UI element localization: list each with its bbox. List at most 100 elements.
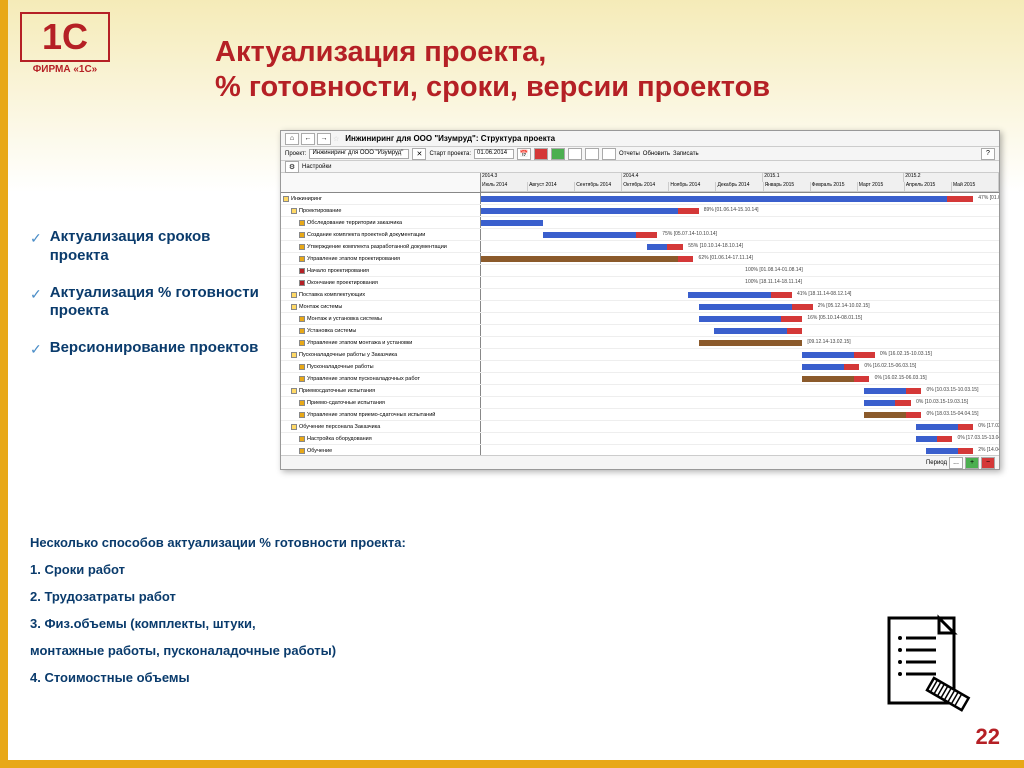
gantt-bar[interactable]	[481, 196, 958, 202]
task-name[interactable]: Приемо-сдаточные испытания	[281, 397, 481, 408]
action-button[interactable]	[585, 148, 599, 160]
gantt-bar[interactable]	[699, 340, 803, 346]
gantt-bar[interactable]	[787, 328, 803, 334]
action-button[interactable]	[534, 148, 548, 160]
task-name[interactable]: Монтаж и установка системы	[281, 313, 481, 324]
gantt-bar[interactable]	[958, 448, 974, 454]
action-button[interactable]	[551, 148, 565, 160]
gantt-bar[interactable]	[854, 352, 875, 358]
gantt-bar[interactable]	[947, 196, 973, 202]
gantt-bar[interactable]	[906, 388, 922, 394]
gantt-body[interactable]: Инжиниринг 47% [01.06.14-27.04.15] Проекти…	[281, 193, 999, 469]
period-label[interactable]: Период	[926, 460, 947, 466]
task-label: Приемо-сдаточные испытания	[307, 400, 385, 406]
task-name[interactable]: Пусконаладочные работы у Заказчика	[281, 349, 481, 360]
gantt-bar[interactable]	[937, 436, 953, 442]
reports-button[interactable]: Отчеты	[619, 151, 640, 157]
settings-icon[interactable]: ⚙	[285, 161, 299, 173]
task-name[interactable]: Пусконаладочные работы	[281, 361, 481, 372]
folder-icon	[291, 292, 297, 298]
gantt-row[interactable]: Окончание проектирования100% [18.11.14-1…	[281, 277, 999, 289]
task-name[interactable]: Монтаж системы	[281, 301, 481, 312]
gantt-row[interactable]: Пусконаладочные работы0% [16.02.15-06.03…	[281, 361, 999, 373]
gantt-row[interactable]: Обследование территории заказчика	[281, 217, 999, 229]
gantt-row[interactable]: Управление этапом пусконаладочных работ0…	[281, 373, 999, 385]
settings-button[interactable]: Настройки	[302, 164, 331, 170]
gantt-bar[interactable]	[481, 256, 688, 262]
task-name[interactable]: Утверждение комплекта разработанной доку…	[281, 241, 481, 252]
gantt-row[interactable]: Настройка оборудования 0% [17.03.15-13.04…	[281, 433, 999, 445]
gantt-bar[interactable]	[543, 232, 647, 238]
star-icon[interactable]: ☆	[333, 135, 339, 143]
gantt-bar[interactable]	[844, 364, 860, 370]
gantt-row[interactable]: Монтаж и установка системы16% [05.10.14-…	[281, 313, 999, 325]
zoom-out-button[interactable]: −	[981, 457, 995, 469]
gantt-bar[interactable]	[699, 316, 792, 322]
gantt-row[interactable]: Приемо-сдаточные испытания0% [10.03.15-1…	[281, 397, 999, 409]
gantt-bar[interactable]	[854, 376, 870, 382]
task-name[interactable]: Управление этапом проектирования	[281, 253, 481, 264]
task-name[interactable]: Инжиниринг	[281, 193, 481, 204]
task-name[interactable]: Начало проектирования	[281, 265, 481, 276]
gantt-row[interactable]: Монтаж системы2% [05.12.14-10.02.15]	[281, 301, 999, 313]
gantt-row[interactable]: Создание комплекта проектной документаци…	[281, 229, 999, 241]
task-name[interactable]: Обследование территории заказчика	[281, 217, 481, 228]
gantt-row[interactable]: Управление этапом монтажа и установки[09…	[281, 337, 999, 349]
task-name[interactable]: Управление этапом монтажа и установки	[281, 337, 481, 348]
refresh-button[interactable]: Обновить	[643, 151, 670, 157]
gantt-row[interactable]: Инжиниринг 47% [01.06.14-27.04.15]	[281, 193, 999, 205]
gantt-row[interactable]: Проектирование89% [01.06.14-15.10.14]	[281, 205, 999, 217]
gantt-bar[interactable]	[792, 304, 813, 310]
bar-percent-label: 47% [01.06.14-27.04.15]	[978, 195, 999, 201]
save-button[interactable]: Записать	[673, 151, 699, 157]
gantt-bar[interactable]	[771, 292, 792, 298]
home-button[interactable]: ⌂	[285, 133, 299, 145]
task-name[interactable]: Обучение персонала Заказчика	[281, 421, 481, 432]
gantt-bar[interactable]	[678, 256, 694, 262]
back-button[interactable]: ←	[301, 133, 315, 145]
help-button[interactable]: ?	[981, 148, 995, 160]
gantt-bar[interactable]	[667, 244, 683, 250]
task-name[interactable]: Настройка оборудования	[281, 433, 481, 444]
gantt-bar[interactable]	[714, 328, 797, 334]
start-date-input[interactable]: 01.06.2014	[474, 149, 514, 159]
task-name[interactable]: Управление этапом приемо-сдаточных испыт…	[281, 409, 481, 420]
gantt-bar[interactable]	[699, 304, 803, 310]
gantt-row[interactable]: Пусконаладочные работы у Заказчика0% [16…	[281, 349, 999, 361]
gantt-bar[interactable]	[636, 232, 657, 238]
project-input[interactable]: Инжиниринг для ООО "Изумруд"	[309, 149, 409, 159]
action-button[interactable]	[568, 148, 582, 160]
gantt-row[interactable]: Приемосдаточные испытания0% [10.03.15-10…	[281, 385, 999, 397]
gantt-row[interactable]: Управление этапом приемо-сдаточных испыт…	[281, 409, 999, 421]
gantt-bar[interactable]	[481, 208, 688, 214]
task-name[interactable]: Проектирование	[281, 205, 481, 216]
check-icon: ✓	[30, 230, 42, 266]
gantt-bar[interactable]	[895, 400, 911, 406]
calendar-icon[interactable]: 📅	[517, 148, 531, 160]
task-name[interactable]: Поставка комплектующих	[281, 289, 481, 300]
gantt-row[interactable]: Управление этапом проектирования62% [01.…	[281, 253, 999, 265]
bar-percent-label: 0% [17.03.15-13.04.15]	[958, 435, 999, 441]
gantt-bar[interactable]	[688, 292, 781, 298]
action-button[interactable]	[602, 148, 616, 160]
task-bars: 89% [01.06.14-15.10.14]	[481, 205, 999, 216]
task-name[interactable]: Приемосдаточные испытания	[281, 385, 481, 396]
task-name[interactable]: Управление этапом пусконаладочных работ	[281, 373, 481, 384]
task-name[interactable]: Установка системы	[281, 325, 481, 336]
period-button[interactable]: ...	[949, 457, 963, 469]
task-name[interactable]: Окончание проектирования	[281, 277, 481, 288]
gantt-row[interactable]: Поставка комплектующих41% [18.11.14-08.1…	[281, 289, 999, 301]
task-name[interactable]: Создание комплекта проектной документаци…	[281, 229, 481, 240]
clear-button[interactable]: ✕	[412, 148, 426, 160]
gantt-bar[interactable]	[958, 424, 974, 430]
forward-button[interactable]: →	[317, 133, 331, 145]
gantt-row[interactable]: Утверждение комплекта разработанной доку…	[281, 241, 999, 253]
gantt-bar[interactable]	[781, 316, 802, 322]
gantt-bar[interactable]	[678, 208, 699, 214]
zoom-in-button[interactable]: +	[965, 457, 979, 469]
gantt-row[interactable]: Обучение персонала Заказчика0% [17.03.15…	[281, 421, 999, 433]
gantt-bar[interactable]	[481, 220, 543, 226]
gantt-bar[interactable]	[906, 412, 922, 418]
gantt-row[interactable]: Начало проектирования100% [01.08.14-01.0…	[281, 265, 999, 277]
gantt-row[interactable]: Установка системы	[281, 325, 999, 337]
